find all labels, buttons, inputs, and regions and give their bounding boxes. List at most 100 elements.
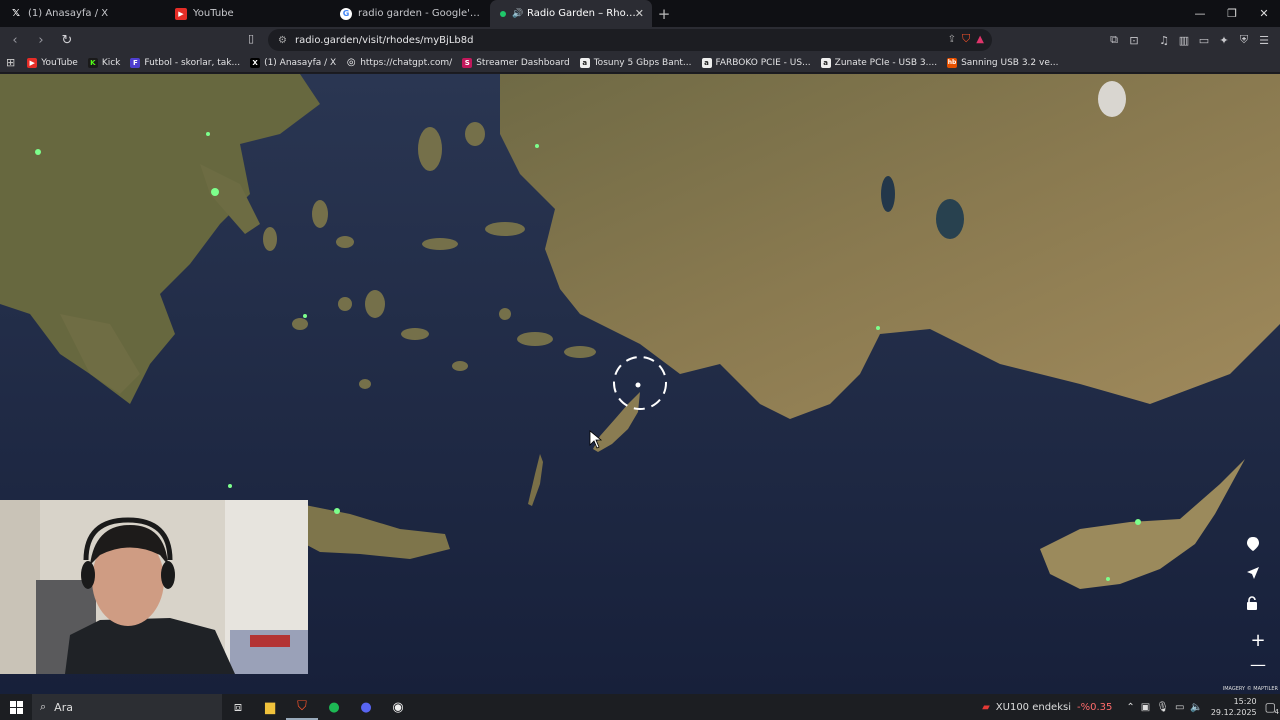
brave-rewards-icon[interactable]: ▲ [976,34,984,45]
sidebar-icon[interactable]: ▥ [1174,29,1194,51]
new-tab-button[interactable]: + [652,0,676,27]
notification-icon[interactable]: ▢ 4 [1265,700,1279,716]
screenshot-icon[interactable]: ⊡ [1124,29,1144,51]
station-dot[interactable] [334,508,340,514]
reload-icon[interactable]: ↻ [56,29,78,51]
bookmark-tosuny[interactable]: a Tosuny 5 Gbps Bant... [579,57,692,68]
stock-change: -%0.35 [1077,701,1113,713]
stock-name[interactable]: XU100 endeksi [996,702,1071,713]
island [292,318,308,330]
minimize-icon[interactable]: — [1184,0,1216,27]
island [365,290,385,318]
bookmark-youtube[interactable]: ▶ YouTube [27,57,78,68]
zoom-out-icon[interactable]: — [1246,652,1270,676]
lock-icon[interactable] [1246,596,1270,620]
windows-start-icon[interactable] [0,694,32,720]
file-explorer-icon[interactable]: ▆ [254,694,286,720]
island [401,328,429,340]
bookmark-kick[interactable]: K Kick [87,57,120,68]
share-icon[interactable]: ⇪ [948,34,956,45]
island [485,222,525,236]
station-dot[interactable] [228,484,232,488]
media-control-icon[interactable]: ♫ [1154,29,1174,51]
stock-widget-icon[interactable]: ▰ [982,702,990,713]
island [359,379,371,389]
island [312,200,328,228]
tab-youtube[interactable]: ▶ YouTube [165,0,330,27]
webcam-feed [0,500,308,674]
window-controls: — ❐ ✕ [1184,0,1280,27]
amazon-icon: a [579,57,590,68]
tab-radio-garden[interactable]: 🔊 Radio Garden – Rhodes ✕ [490,0,652,27]
task-view-icon[interactable]: ⧈ [222,694,254,720]
notification-badge: 4 [1274,708,1279,716]
apps-grid-icon[interactable]: ⊞ [6,56,15,69]
red-pillow [250,635,290,647]
station-dot[interactable] [1106,577,1110,581]
tab-label: (1) Anasayfa / X [28,8,109,19]
spotify-icon[interactable]: ● [318,694,350,720]
forward-icon[interactable]: › [30,29,52,51]
bookmark-streamer-dashboard[interactable]: S Streamer Dashboard [462,57,570,68]
leo-ai-icon[interactable]: ✦ [1214,29,1234,51]
browser-toolbar: ‹ › ↻ ▯ ⚙ radio.garden/visit/rhodes/myBj… [0,27,1280,53]
discord-icon[interactable]: ● [350,694,382,720]
headphone-cup [81,561,95,589]
speaker-icon: 🔊 [512,8,524,19]
brave-browser-icon[interactable]: ⛉ [286,694,318,720]
island [465,122,485,146]
taskbar-search[interactable]: ⌕ Ara [32,694,222,720]
clock[interactable]: 15:20 29.12.2025 [1211,696,1257,718]
bookmarks-bar: ⊞ ▶ YouTube K Kick F Futbol - skorlar, tak.… [0,53,1280,73]
wallet-icon[interactable]: ▭ [1194,29,1214,51]
island [564,346,596,358]
extensions-icon[interactable]: ⧉ [1104,29,1124,51]
back-icon[interactable]: ‹ [4,29,26,51]
chevron-up-icon[interactable]: ⌃ [1126,702,1134,713]
bookmark-futbol[interactable]: F Futbol - skorlar, tak... [130,57,240,68]
network-icon[interactable]: ▭ [1175,702,1184,713]
bookmark-chatgpt[interactable]: ◎ https://chatgpt.com/ [346,57,452,68]
bookmark-x-home[interactable]: X (1) Anasayfa / X [250,57,336,68]
menu-icon[interactable]: ☰ [1254,29,1274,51]
vpn-icon[interactable]: ⛨ [1234,29,1254,51]
selected-station-dot[interactable] [635,382,641,388]
tray-app-icon[interactable]: ▣ [1141,702,1150,713]
zoom-in-icon[interactable]: + [1246,628,1270,652]
station-dot[interactable] [535,144,539,148]
obs-icon[interactable]: ◉ [382,694,414,720]
streamer-icon: S [462,57,473,68]
tab-x-home[interactable]: 𝕏 (1) Anasayfa / X [0,0,165,27]
locate-icon[interactable] [1246,566,1270,590]
station-dot[interactable] [1135,519,1141,525]
browser-tab-strip: 𝕏 (1) Anasayfa / X ▶ YouTube G radio gar… [0,0,1280,27]
station-dot[interactable] [211,188,219,196]
island [452,361,468,371]
close-window-icon[interactable]: ✕ [1248,0,1280,27]
tab-google-search[interactable]: G radio garden - Google'da Ara [330,0,490,27]
favorites-balloon-icon[interactable] [1246,536,1270,560]
bookmark-icon[interactable]: ▯ [248,32,254,45]
toolbar-extensions: ⧉ ⊡ ♫ ▥ ▭ ✦ ⛨ ☰ [1104,29,1274,51]
site-info-icon[interactable]: ⚙ [278,35,287,46]
restore-icon[interactable]: ❐ [1216,0,1248,27]
chatgpt-icon: ◎ [346,57,356,68]
microphone-icon[interactable]: 🎙 [1156,702,1169,713]
tab-label: radio garden - Google'da Ara [358,8,480,19]
volume-icon[interactable]: 🔈 [1190,702,1202,713]
bookmark-zunate[interactable]: a Zunate PCIe - USB 3.... [820,57,937,68]
station-dot[interactable] [303,314,307,318]
brave-shields-icon[interactable]: ⛉ [962,32,970,46]
bookmark-farboko[interactable]: a FARBOKO PCIE - US... [701,57,811,68]
hepsiburada-icon: hb [947,57,958,68]
amazon-icon: a [701,57,712,68]
close-tab-icon[interactable]: ✕ [635,7,644,20]
bookmark-sanning[interactable]: hb Sanning USB 3.2 ve... [947,57,1058,68]
station-dot[interactable] [876,326,880,330]
address-bar[interactable]: ⚙ radio.garden/visit/rhodes/myBjLb8d ⇪ ⛉… [268,29,992,51]
futbol-icon: F [130,57,141,68]
clock-date: 29.12.2025 [1210,708,1257,717]
map-attribution: IMAGERY © MAPTILER [1222,686,1278,692]
station-dot[interactable] [35,149,41,155]
station-dot[interactable] [206,132,210,136]
